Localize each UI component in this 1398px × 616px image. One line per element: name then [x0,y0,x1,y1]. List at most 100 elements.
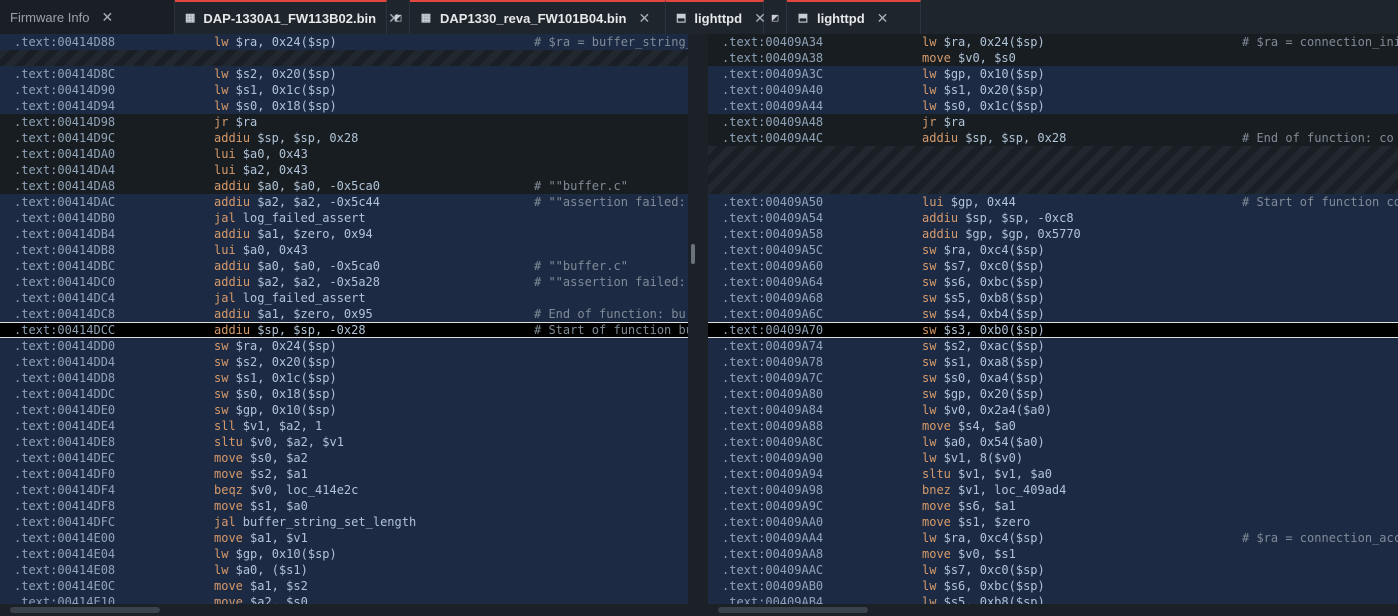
disasm-line[interactable]: .text:00409A48 jr $ra [708,114,1398,130]
disasm-line[interactable]: .text:00409A54 addiu $sp, $sp, -0xc8 [708,210,1398,226]
mnemonic-text: move [214,579,243,593]
disasm-line[interactable]: .text:00409A34 lw $ra, 0x24($sp) # $ra = co… [708,34,1398,50]
disasm-line[interactable]: .text:00414E08 lw $a0, ($s1) [0,562,688,578]
disasm-line[interactable]: .text:00409A88 move $s4, $a0 [708,418,1398,434]
disasm-line[interactable]: .text:00414DB8 lui $a0, 0x43 [0,242,688,258]
disasm-line[interactable]: .text:00409A9C move $s6, $a1 [708,498,1398,514]
disasm-line[interactable]: .text:00409A90 lw $v1, 8($v0) [708,450,1398,466]
disasm-line[interactable]: .text:00414D8C lw $s2, 0x20($sp) [0,66,688,82]
disasm-line[interactable]: .text:00409A84 lw $v0, 0x2a4($a0) [708,402,1398,418]
disasm-line[interactable]: .text:00414DA0 lui $a0, 0x43 [0,146,688,162]
disasm-line[interactable]: .text:00409A7C sw $s0, 0xa4($sp) [708,370,1398,386]
operands-text: $a2, $a2, -0x5c44 [257,195,381,209]
disasm-line[interactable]: .text:00409A58 addiu $gp, $gp, 0x5770 [708,226,1398,242]
disasm-line[interactable]: .text:00409A80 sw $gp, 0x20($sp) [708,386,1398,402]
tab-4[interactable]: ⬒ lighttpd ✕ [666,0,766,34]
disasm-line[interactable]: .text:00414E00 move $a1, $v1 [0,530,688,546]
comment-text: # ""buffer.c" [534,259,628,273]
disasm-line[interactable]: .text:00414DE0 sw $gp, 0x10($sp) [0,402,688,418]
disasm-line[interactable]: .text:00409A50 lui $gp, 0x44 # Start of fun… [708,194,1398,210]
disasm-line[interactable]: .text:00409A5C sw $ra, 0xc4($sp) [708,242,1398,258]
disasm-line[interactable]: .text:00414DB4 addiu $a1, $zero, 0x94 [0,226,688,242]
disasm-line[interactable]: .text:00409A6C sw $s4, 0xb4($sp) [708,306,1398,322]
disasm-line[interactable]: .text:00414E04 lw $gp, 0x10($sp) [0,546,688,562]
operands-text: $a0, $a0, -0x5ca0 [257,179,381,193]
mnemonic-text: sw [922,291,937,305]
close-icon[interactable]: ✕ [638,10,650,27]
tab-1[interactable]: Firmware Info ✕ [0,0,175,34]
disasm-line[interactable]: .text:00414DF0 move $s2, $a1 [0,466,688,482]
mnemonic-text: beqz [214,483,243,497]
address-text: .text:00409A8C [722,435,824,449]
tab-3[interactable]: ▦ DAP1330_reva_FW101B04.bin ✕ [410,0,666,34]
disasm-line[interactable]: .text:00409AAC lw $s7, 0xc0($sp) [708,562,1398,578]
disasm-line[interactable]: .text:00414DD0 sw $ra, 0x24($sp) [0,338,688,354]
pane-splitter[interactable] [688,34,708,616]
disasm-line[interactable]: .text:00409A44 lw $s0, 0x1c($sp) [708,98,1398,114]
disasm-line[interactable]: .text:00414DEC move $s0, $a2 [0,450,688,466]
operands-text: $s2, 0xac($sp) [943,339,1045,353]
close-icon[interactable]: ✕ [101,9,113,26]
close-icon[interactable]: ✕ [877,10,889,27]
disasm-line[interactable]: .text:00409A70 sw $s3, 0xb0($sp) [708,322,1398,338]
disasm-line[interactable]: .text:00414DF8 move $s1, $a0 [0,498,688,514]
operands-text: $gp, 0x20($sp) [943,387,1045,401]
disasm-line[interactable]: .text:00414DC0 addiu $a2, $a2, -0x5a28 # ""… [0,274,688,290]
disasm-line[interactable]: .text:00409AA4 lw $ra, 0xc4($sp) # $ra = co… [708,530,1398,546]
disasm-line[interactable]: .text:00409A4C addiu $sp, $sp, 0x28 # End o… [708,130,1398,146]
tab-5[interactable]: ⬒ lighttpd ✕ [787,0,921,34]
disasm-line[interactable]: .text:00414DC8 addiu $a1, $zero, 0x95 # End… [0,306,688,322]
disasm-line[interactable]: .text:00409A68 sw $s5, 0xb8($sp) [708,290,1398,306]
right-scroll-thumb[interactable] [718,607,868,613]
disasm-line[interactable]: .text:00414D94 lw $s0, 0x18($sp) [0,98,688,114]
disasm-line[interactable]: .text:00414DDC sw $s0, 0x18($sp) [0,386,688,402]
disasm-line[interactable]: .text:00414DA8 addiu $a0, $a0, -0x5ca0 # ""… [0,178,688,194]
mnemonic-text: addiu [214,131,251,145]
disasm-line[interactable]: .text:00414DA4 lui $a2, 0x43 [0,162,688,178]
operands-text: $sp, $sp, -0xc8 [965,211,1074,225]
disasm-line[interactable]: .text:00414DBC addiu $a0, $a0, -0x5ca0 # ""… [0,258,688,274]
address-text: .text:00409A40 [722,83,824,97]
operands-text: $a2, $s0 [250,595,308,604]
disasm-line[interactable]: .text:00414DC4 jal log_failed_assert [0,290,688,306]
right-disassembly-pane[interactable]: .text:00409A34 lw $ra, 0x24($sp) # $ra = co… [708,34,1398,604]
disasm-line[interactable]: .text:00414DD8 sw $s1, 0x1c($sp) [0,370,688,386]
disasm-line[interactable]: .text:00409A60 sw $s7, 0xc0($sp) [708,258,1398,274]
disasm-line[interactable]: .text:00414DAC addiu $a2, $a2, -0x5c44 # ""… [0,194,688,210]
split-view-icon[interactable]: ◩ [387,0,410,34]
disasm-line[interactable]: .text:00409A8C lw $a0, 0x54($a0) [708,434,1398,450]
disasm-line[interactable]: .text:00409A38 move $v0, $s0 [708,50,1398,66]
operands-text: $gp, 0x10($sp) [235,403,337,417]
disasm-line[interactable]: .text:00414D98 jr $ra [0,114,688,130]
disasm-line[interactable]: .text:00409A98 bnez $v1, loc_409ad4 [708,482,1398,498]
address-text: .text:00414E0C [14,579,116,593]
disasm-line[interactable]: .text:00414DE8 sltu $v0, $a2, $v1 [0,434,688,450]
disasm-line[interactable]: .text:00409AB4 lw $s5, 0xb8($sp) [708,594,1398,604]
tab-2[interactable]: ▦ DAP-1330A1_FW113B02.bin ✕ [175,0,400,34]
disasm-line[interactable]: .text:00414E0C move $a1, $s2 [0,578,688,594]
left-scroll-thumb[interactable] [10,607,160,613]
split-view-icon[interactable]: ◩ [764,0,787,34]
disasm-line[interactable]: .text:00409A64 sw $s6, 0xbc($sp) [708,274,1398,290]
disasm-line[interactable]: .text:00414D88 lw $ra, 0x24($sp) # $ra = bu… [0,34,688,50]
disasm-line[interactable]: .text:00409A94 sltu $v1, $v1, $a0 [708,466,1398,482]
left-disassembly-pane[interactable]: .text:00414D88 lw $ra, 0x24($sp) # $ra = bu… [0,34,688,604]
disasm-line[interactable]: .text:00414D9C addiu $sp, $sp, 0x28 [0,130,688,146]
disasm-line[interactable]: .text:00414E10 move $a2, $s0 [0,594,688,604]
disasm-line[interactable]: .text:00414DD4 sw $s2, 0x20($sp) [0,354,688,370]
disasm-line[interactable]: .text:00409AB0 lw $s6, 0xbc($sp) [708,578,1398,594]
disasm-line[interactable]: .text:00409A3C lw $gp, 0x10($sp) [708,66,1398,82]
disasm-line[interactable]: .text:00414DB0 jal log_failed_assert [0,210,688,226]
splitter-grip[interactable] [691,244,695,264]
disasm-line[interactable]: .text:00409AA0 move $s1, $zero [708,514,1398,530]
disasm-line[interactable]: .text:00409A78 sw $s1, 0xa8($sp) [708,354,1398,370]
disasm-line[interactable]: .text:00409A74 sw $s2, 0xac($sp) [708,338,1398,354]
disasm-line[interactable]: .text:00409AA8 move $v0, $s1 [708,546,1398,562]
disasm-line[interactable]: .text:00414DCC addiu $sp, $sp, -0x28 # Star… [0,322,688,338]
disasm-line[interactable]: .text:00409A40 lw $s1, 0x20($sp) [708,82,1398,98]
address-text: .text:00409A3C [722,67,824,81]
disasm-line[interactable]: .text:00414DFC jal buffer_string_set_lengt… [0,514,688,530]
disasm-line[interactable]: .text:00414D90 lw $s1, 0x1c($sp) [0,82,688,98]
disasm-line[interactable]: .text:00414DE4 sll $v1, $a2, 1 [0,418,688,434]
disasm-line[interactable]: .text:00414DF4 beqz $v0, loc_414e2c [0,482,688,498]
